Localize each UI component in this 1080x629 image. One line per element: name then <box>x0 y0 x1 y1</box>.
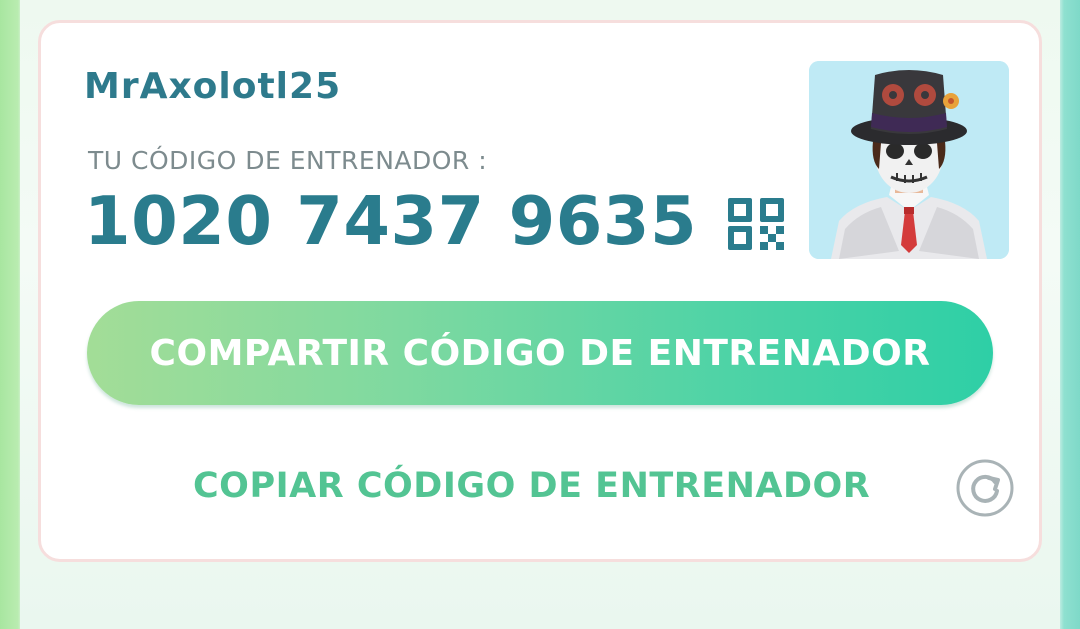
refresh-icon[interactable] <box>955 458 1015 518</box>
share-trainer-code-button[interactable]: COMPARTIR CÓDIGO DE ENTRENADOR <box>87 301 993 405</box>
trainer-avatar[interactable] <box>809 61 1009 259</box>
copy-trainer-code-button[interactable]: COPIAR CÓDIGO DE ENTRENADOR <box>193 466 870 506</box>
trainer-code-caption: TU CÓDIGO DE ENTRENADOR : <box>88 146 488 175</box>
qr-code-icon[interactable] <box>726 196 786 252</box>
trainer-username: MrAxolotl25 <box>84 66 342 107</box>
trainer-code-value: 1020 7437 9635 <box>84 182 698 260</box>
